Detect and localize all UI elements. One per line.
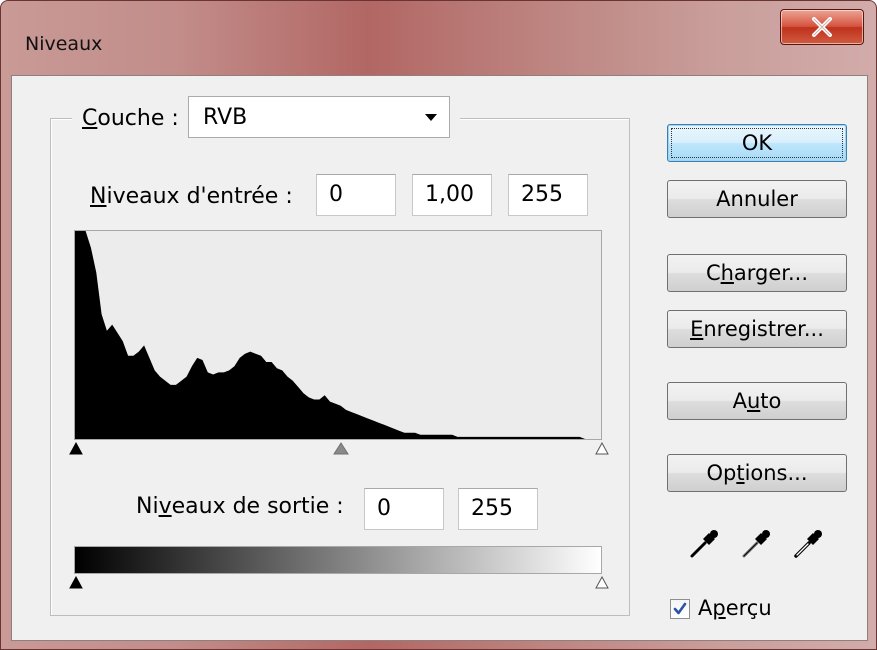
save-button-label: Enregistrer... bbox=[690, 317, 824, 341]
output-levels-label: Niveaux de sortie : bbox=[136, 494, 344, 519]
output-white-field[interactable]: 255 bbox=[458, 488, 538, 530]
input-black-slider[interactable] bbox=[69, 442, 83, 456]
close-icon bbox=[812, 17, 832, 37]
save-button[interactable]: Enregistrer... bbox=[667, 310, 847, 348]
load-button[interactable]: Charger... bbox=[667, 254, 847, 292]
preview-checkbox[interactable] bbox=[670, 599, 690, 619]
input-levels-label: Niveaux d'entrée : bbox=[90, 184, 293, 209]
channel-value: RVB bbox=[203, 105, 248, 130]
black-eyedropper-icon[interactable] bbox=[688, 526, 722, 560]
input-white-slider[interactable] bbox=[595, 442, 609, 456]
output-white-slider[interactable] bbox=[595, 576, 609, 590]
cancel-button[interactable]: Annuler bbox=[667, 180, 847, 218]
input-white-field[interactable]: 255 bbox=[508, 174, 588, 216]
dialog-body: Couche : RVB Niveaux d'entrée : 0 1,00 2… bbox=[11, 75, 868, 641]
output-black-slider[interactable] bbox=[69, 576, 83, 590]
checkmark-icon bbox=[673, 602, 687, 615]
histogram-graph bbox=[75, 231, 601, 439]
histogram-area bbox=[75, 231, 601, 439]
input-gamma-slider[interactable] bbox=[333, 442, 349, 456]
preview-label[interactable]: Aperçu bbox=[698, 596, 772, 620]
focus-ring bbox=[671, 128, 843, 158]
levels-dialog: Niveaux Couche : RVB Niveaux d'entrée : … bbox=[0, 0, 877, 650]
window-title: Niveaux bbox=[25, 33, 103, 55]
load-button-label: Charger... bbox=[705, 261, 809, 285]
input-black-field[interactable]: 0 bbox=[316, 174, 396, 216]
input-gamma-field[interactable]: 1,00 bbox=[412, 174, 492, 216]
channel-label: Couche : bbox=[82, 106, 179, 131]
output-black-field[interactable]: 0 bbox=[364, 488, 444, 530]
auto-button[interactable]: Auto bbox=[667, 382, 847, 420]
white-eyedropper-icon[interactable] bbox=[792, 526, 826, 560]
output-gradient-bar bbox=[74, 546, 602, 574]
chevron-down-icon bbox=[425, 114, 437, 121]
channel-select[interactable]: RVB bbox=[188, 96, 450, 138]
cancel-button-label: Annuler bbox=[716, 187, 798, 211]
channel-row: Couche : RVB bbox=[72, 94, 460, 140]
options-button[interactable]: Options... bbox=[667, 454, 847, 492]
close-button[interactable] bbox=[780, 9, 864, 45]
options-button-label: Options... bbox=[706, 461, 808, 485]
title-bar[interactable]: Niveaux bbox=[1, 1, 876, 71]
gray-eyedropper-icon[interactable] bbox=[740, 526, 774, 560]
auto-button-label: Auto bbox=[732, 389, 782, 413]
histogram bbox=[74, 230, 602, 440]
ok-button[interactable]: OK bbox=[667, 124, 847, 162]
